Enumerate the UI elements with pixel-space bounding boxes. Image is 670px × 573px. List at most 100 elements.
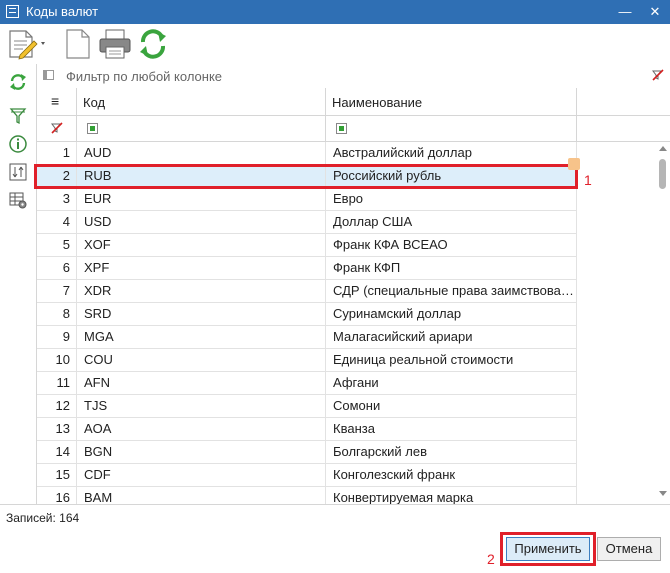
- table-row[interactable]: 3 EUR Евро: [37, 188, 577, 211]
- name-cell: Конголезский франк: [326, 464, 577, 486]
- clear-filter-icon: [652, 69, 664, 81]
- table-row[interactable]: 16 BAM Конвертируемая марка: [37, 487, 577, 504]
- row-number: 10: [37, 349, 77, 371]
- row-number: 12: [37, 395, 77, 417]
- name-cell: Франк КФП: [326, 257, 577, 279]
- table-row[interactable]: 6 XPF Франк КФП: [37, 257, 577, 280]
- selected-row-highlight: [34, 164, 578, 189]
- currency-grid: Фильтр по любой колонке ≡ Код Наименован…: [36, 64, 670, 504]
- code-cell: BGN: [77, 441, 326, 463]
- title-bar: Коды валют — ✕: [0, 0, 670, 24]
- code-cell: TJS: [77, 395, 326, 417]
- table-row[interactable]: 1 AUD Австралийский доллар: [37, 142, 577, 165]
- filter-bar: Фильтр по любой колонке: [37, 64, 670, 89]
- name-filter-checkbox[interactable]: [336, 123, 347, 134]
- table-row[interactable]: 10 COU Единица реальной стоимости: [37, 349, 577, 372]
- code-cell: XOF: [77, 234, 326, 256]
- name-cell: Доллар США: [326, 211, 577, 233]
- column-header-code[interactable]: Код: [77, 88, 326, 116]
- row-number: 14: [37, 441, 77, 463]
- refresh-icon: [10, 74, 26, 90]
- code-cell: AUD: [77, 142, 326, 164]
- vertical-scrollbar[interactable]: [655, 142, 670, 504]
- dialog-footer: Записей: 164 2 Применить Отмена: [0, 504, 670, 573]
- close-button[interactable]: ✕: [640, 0, 670, 24]
- table-row[interactable]: 13 AOA Кванза: [37, 418, 577, 441]
- name-filter-cell[interactable]: [326, 116, 577, 141]
- table-row[interactable]: 11 AFN Афгани: [37, 372, 577, 395]
- annotation-marker-1: 1: [584, 172, 592, 188]
- sort-icon: [9, 163, 27, 181]
- column-menu-icon: ≡: [51, 93, 60, 109]
- name-cell: Сомони: [326, 395, 577, 417]
- row-number: 4: [37, 211, 77, 233]
- table-row[interactable]: 8 SRD Суринамский доллар: [37, 303, 577, 326]
- row-number: 13: [37, 418, 77, 440]
- row-number: 11: [37, 372, 77, 394]
- name-cell: Франк КФА ВСЕАО: [326, 234, 577, 256]
- row-number: 1: [37, 142, 77, 164]
- name-cell: Малагасийский ариари: [326, 326, 577, 348]
- column-filter-row: [37, 116, 670, 142]
- edit-document-button[interactable]: [6, 28, 48, 60]
- code-cell: EUR: [77, 188, 326, 210]
- code-filter-checkbox[interactable]: [87, 123, 98, 134]
- row-number: 6: [37, 257, 77, 279]
- name-cell: Австралийский доллар: [326, 142, 577, 164]
- edit-document-icon: [9, 30, 45, 60]
- clear-filter-button[interactable]: [651, 68, 665, 85]
- side-sort-button[interactable]: [8, 162, 28, 182]
- row-number: 8: [37, 303, 77, 325]
- window-app-icon: [6, 5, 19, 18]
- code-cell: XDR: [77, 280, 326, 302]
- annotation-marker-2: 2: [487, 551, 495, 567]
- filter-icon: [9, 108, 27, 125]
- refresh-button[interactable]: [137, 28, 169, 60]
- row-number: 15: [37, 464, 77, 486]
- code-cell: USD: [77, 211, 326, 233]
- code-filter-cell[interactable]: [77, 116, 326, 141]
- name-cell: СДР (специальные права заимствования): [326, 280, 577, 302]
- column-header-name[interactable]: Наименование: [326, 88, 577, 116]
- new-document-button[interactable]: [64, 28, 92, 60]
- table-row[interactable]: 5 XOF Франк КФА ВСЕАО: [37, 234, 577, 257]
- column-filter-clear[interactable]: [37, 116, 77, 141]
- name-cell: Евро: [326, 188, 577, 210]
- name-cell: Афгани: [326, 372, 577, 394]
- panel-toggle-icon[interactable]: [43, 70, 54, 80]
- table-row[interactable]: 14 BGN Болгарский лев: [37, 441, 577, 464]
- print-button[interactable]: [97, 28, 133, 60]
- name-cell: Конвертируемая марка: [326, 487, 577, 504]
- minimize-button[interactable]: —: [610, 0, 640, 24]
- code-cell: COU: [77, 349, 326, 371]
- scroll-up-icon[interactable]: [659, 146, 667, 151]
- side-toolbar: [0, 64, 34, 504]
- column-header-number[interactable]: ≡: [37, 88, 77, 116]
- table-row[interactable]: 7 XDR СДР (специальные права заимствования…: [37, 280, 577, 303]
- row-number: 16: [37, 487, 77, 504]
- filter-input[interactable]: Фильтр по любой колонке: [66, 69, 222, 84]
- new-document-icon: [66, 29, 90, 59]
- side-refresh-button[interactable]: [8, 72, 28, 92]
- records-count: Записей: 164: [6, 511, 80, 525]
- code-cell: AFN: [77, 372, 326, 394]
- row-marker-icon: [568, 158, 580, 170]
- side-info-button[interactable]: [8, 134, 28, 154]
- table-row[interactable]: 15 CDF Конголезский франк: [37, 464, 577, 487]
- print-icon: [99, 29, 131, 59]
- cancel-button[interactable]: Отмена: [597, 537, 661, 561]
- row-number: 5: [37, 234, 77, 256]
- side-table-settings-button[interactable]: [8, 190, 28, 210]
- table-row[interactable]: 9 MGA Малагасийский ариари: [37, 326, 577, 349]
- scroll-down-icon[interactable]: [659, 491, 667, 496]
- row-number: 3: [37, 188, 77, 210]
- table-row[interactable]: 4 USD Доллар США: [37, 211, 577, 234]
- side-filter-button[interactable]: [8, 106, 28, 126]
- table-row[interactable]: 12 TJS Сомони: [37, 395, 577, 418]
- code-cell: SRD: [77, 303, 326, 325]
- scroll-thumb[interactable]: [659, 159, 666, 189]
- clear-filter-icon: [51, 122, 63, 134]
- column-header-code-label: Код: [83, 95, 106, 110]
- apply-button-highlight: [500, 532, 596, 566]
- code-cell: CDF: [77, 464, 326, 486]
